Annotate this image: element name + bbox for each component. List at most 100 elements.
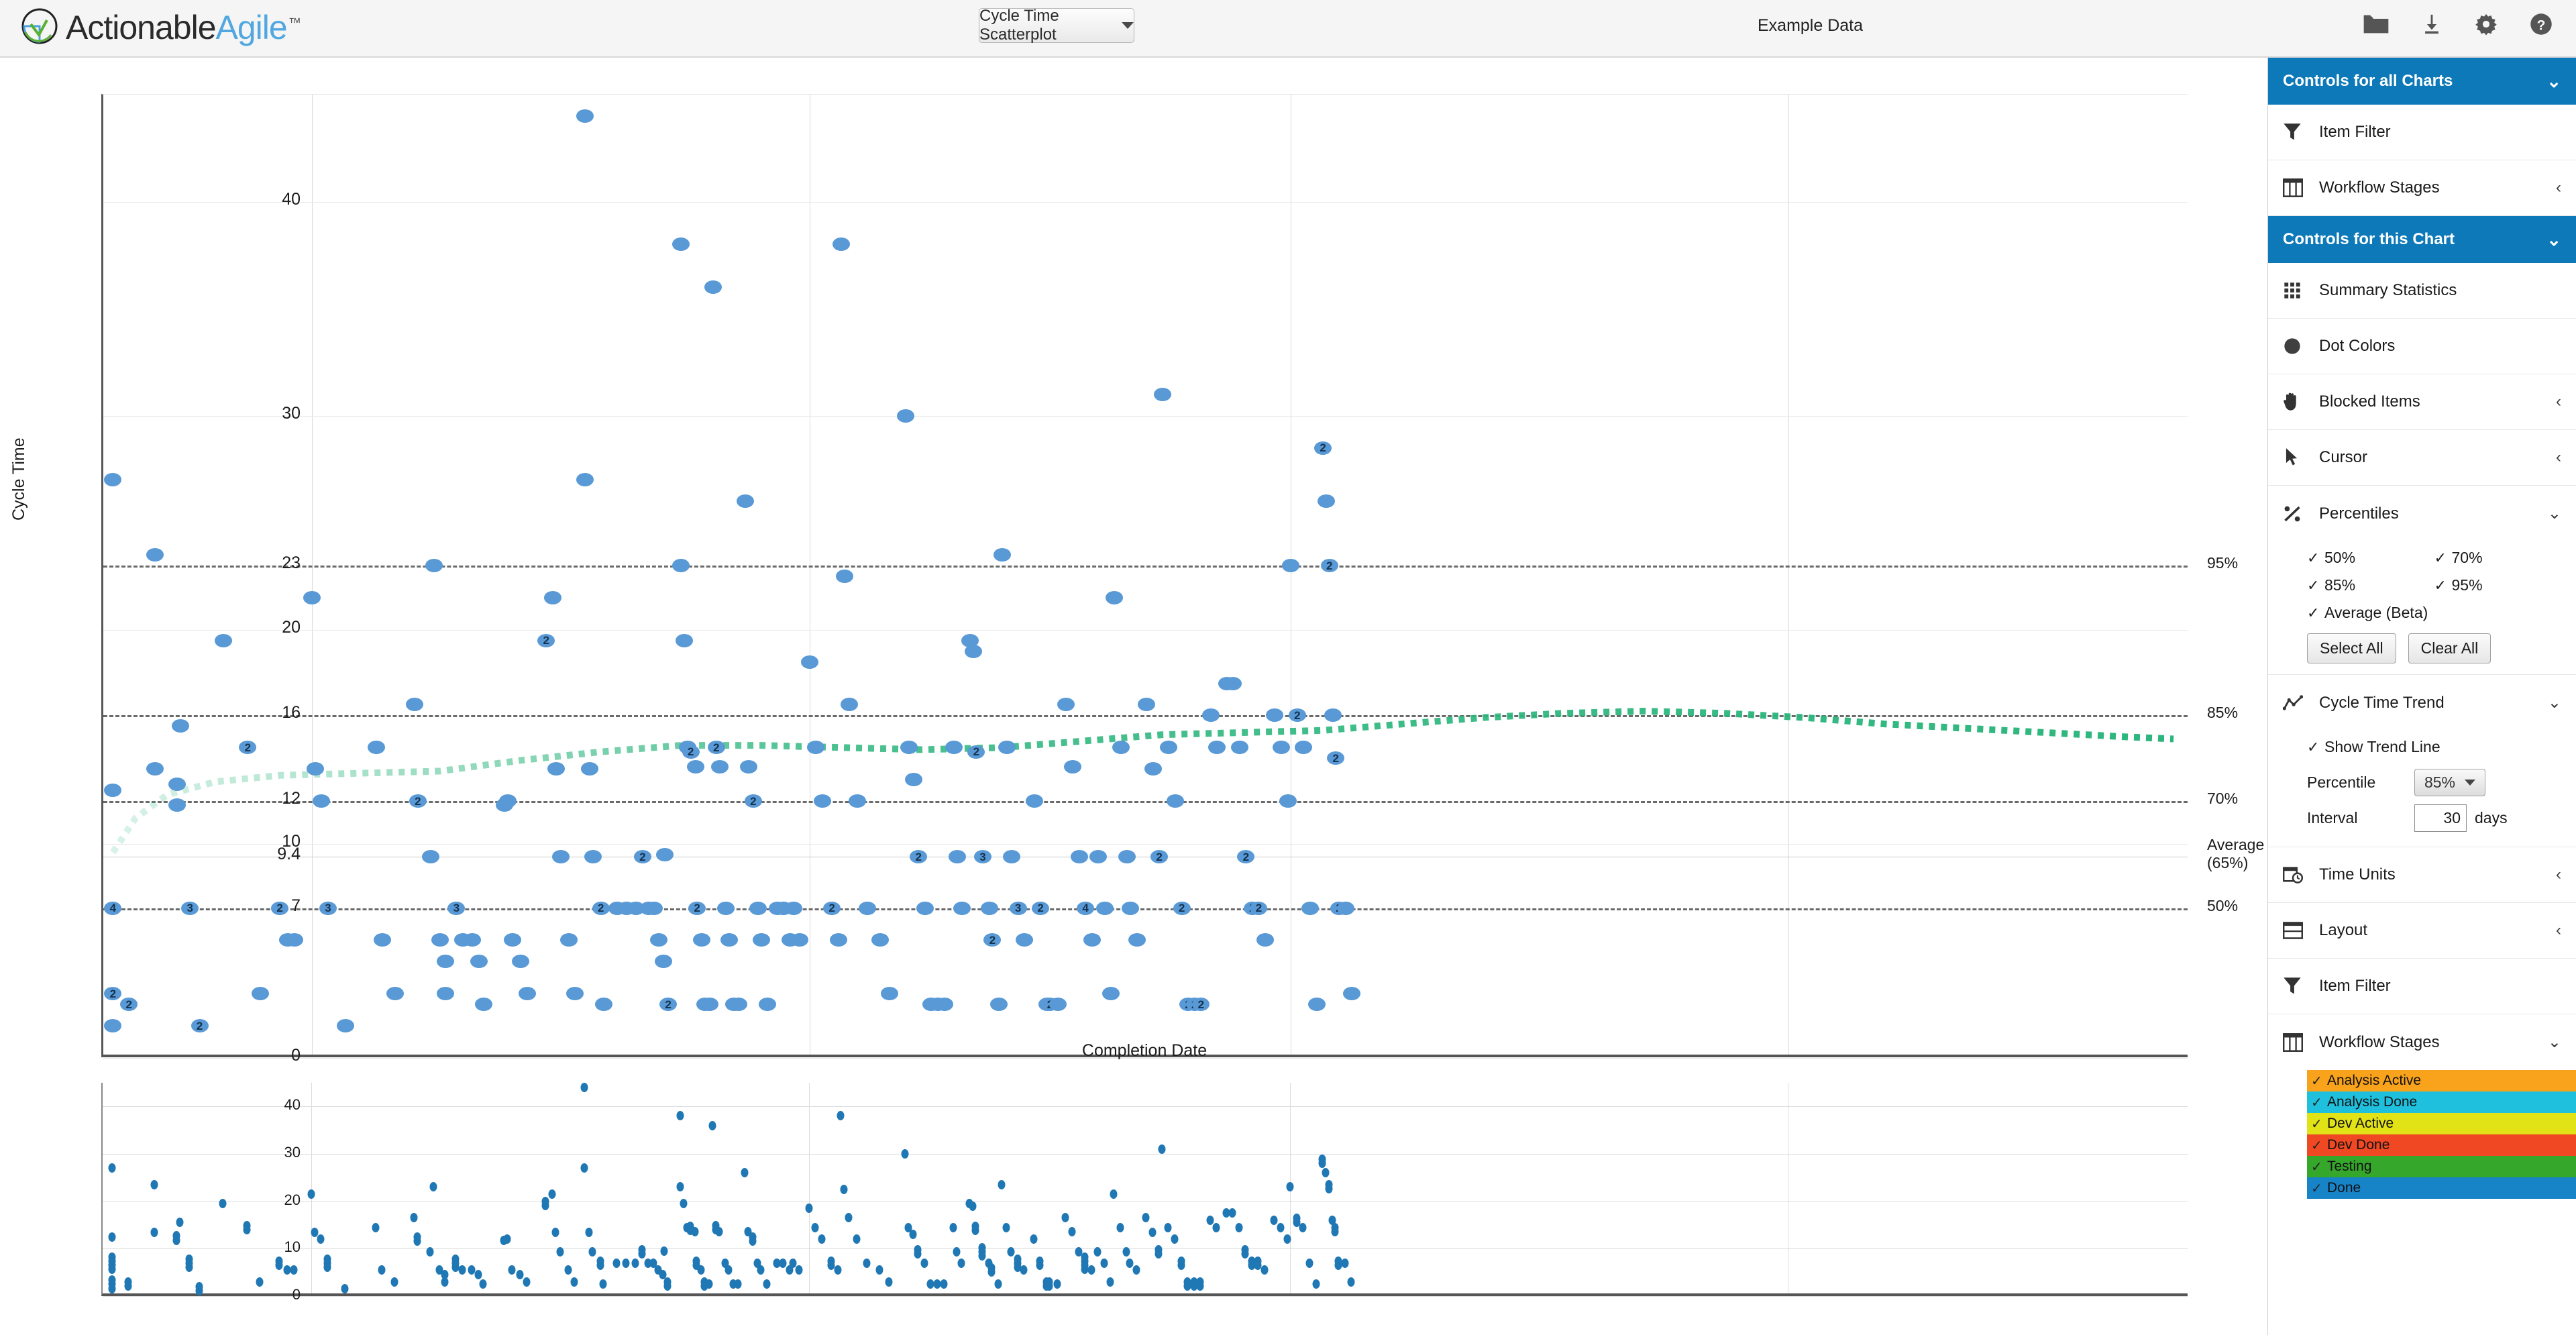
scatter-dot[interactable] [168,798,186,812]
scatter-dot[interactable] [104,784,122,798]
scatter-dot[interactable] [1016,933,1034,947]
workflow-stage-item[interactable]: ✓ Dev Active [2307,1113,2576,1134]
scatter-dot[interactable] [1224,676,1242,690]
scatter-dot[interactable] [1324,708,1342,723]
scatter-dot[interactable]: 2 [1320,559,1338,573]
section-controls-for-this-chart[interactable]: Controls for this Chart ⌄ [2268,216,2576,263]
scatter-dot[interactable] [897,409,915,423]
scatter-dot[interactable] [656,847,674,861]
scatter-dot[interactable] [858,901,876,915]
scatter-dot[interactable]: 3 [181,901,199,915]
scatter-dot[interactable] [739,760,757,773]
scatter-dot[interactable] [900,741,918,755]
scatter-dot[interactable]: 2 [659,998,678,1012]
scatter-dot[interactable]: 3 [973,850,991,864]
scatter-dot[interactable] [989,998,1008,1012]
scatter-dot[interactable] [807,741,825,755]
scatter-dot[interactable] [1049,998,1067,1012]
scatter-dot[interactable] [1122,901,1140,915]
sidebar-item-cursor[interactable]: Cursor ‹ [2268,430,2576,486]
scatter-dot[interactable] [1160,741,1178,755]
scatter-dot[interactable] [672,237,690,252]
scatter-dot[interactable] [993,548,1011,562]
scatter-dot[interactable] [710,760,729,773]
scatter-dot[interactable] [759,998,777,1012]
scatter-dot[interactable]: 2 [592,901,610,915]
scatter-dot[interactable] [1083,933,1101,947]
show-trend-line-checkbox[interactable]: ✓ Show Trend Line [2307,733,2561,761]
percentile-checkbox-average[interactable]: ✓ Average (Beta) [2307,599,2561,627]
scatter-dot[interactable]: 2 [104,987,122,1001]
workflow-stage-item[interactable]: ✓ Done [2307,1177,2576,1199]
scatter-dot[interactable] [980,901,998,915]
scatter-dot[interactable] [1307,998,1326,1012]
scatter-dot[interactable] [730,998,748,1012]
folder-icon[interactable] [2363,13,2390,36]
scatter-dot[interactable] [285,933,303,947]
scatter-dot[interactable]: 2 [120,998,138,1012]
sidebar-item-summary-statistics[interactable]: Summary Statistics [2268,263,2576,319]
scatter-dot[interactable]: 3 [1009,901,1027,915]
scatter-dot[interactable] [813,794,831,808]
scatter-dot[interactable] [686,760,704,773]
scatter-dot[interactable] [1003,850,1021,864]
sidebar-item-item-filter-chart[interactable]: Item Filter [2268,959,2576,1014]
scatter-dot[interactable]: 2 [1173,901,1191,915]
sidebar-item-blocked-items[interactable]: Blocked Items ‹ [2268,374,2576,430]
scatter-dot[interactable] [676,633,693,647]
scatter-dot[interactable] [1343,987,1361,1001]
scatter-dot[interactable] [551,850,570,864]
workflow-stage-item[interactable]: ✓ Analysis Active [2307,1070,2576,1091]
scatter-dot[interactable] [1025,794,1043,808]
scatter-dot[interactable] [649,933,667,947]
scatter-dot[interactable] [849,794,867,808]
scatter-dot[interactable] [881,987,899,1001]
scatter-dot[interactable] [559,933,578,947]
help-icon[interactable]: ? [2529,12,2553,36]
scatter-dot[interactable] [1112,741,1130,755]
scatter-dot[interactable] [1201,708,1220,723]
scatter-dot[interactable] [1295,741,1313,755]
scatter-dot[interactable] [146,762,164,776]
scatter-dot[interactable] [306,762,324,776]
workflow-stage-item[interactable]: ✓ Analysis Done [2307,1091,2576,1113]
scatter-dot[interactable] [303,590,321,604]
scatter-dot[interactable]: 2 [744,794,762,808]
scatter-dot[interactable] [871,933,889,947]
scatter-dot[interactable]: 2 [409,794,427,808]
scatter-dot[interactable] [1167,794,1185,808]
scatter-dot[interactable]: 2 [1192,998,1210,1012]
scatter-dot[interactable] [566,987,584,1001]
scatter-dot[interactable] [693,933,711,947]
scatter-dot[interactable] [1272,741,1290,755]
gear-icon[interactable] [2474,12,2498,36]
scatter-dot[interactable] [512,955,529,969]
scatter-dot[interactable]: 4 [104,901,122,915]
scatter-dot[interactable] [905,773,923,787]
scatterplot-plot-area[interactable]: 4223222323222222222222323222422222222222… [101,94,2188,1059]
percentile-checkbox-85[interactable]: ✓ 85% [2307,572,2434,599]
scatter-dot[interactable]: 2 [1327,751,1345,765]
scatter-dot[interactable] [252,987,270,1001]
scatter-dot[interactable] [953,901,971,915]
scatter-dot[interactable]: 2 [823,901,841,915]
scatter-dot[interactable] [422,850,440,864]
scatter-dot[interactable]: 2 [1288,708,1306,723]
sidebar-item-item-filter[interactable]: Item Filter [2268,105,2576,160]
scatter-dot[interactable] [1256,933,1275,947]
sidebar-item-dot-colors[interactable]: Dot Colors [2268,319,2576,374]
scatter-dot[interactable] [146,548,164,562]
scatter-dot[interactable] [1301,901,1319,915]
scatter-dot[interactable] [584,850,602,864]
scatter-dot[interactable] [749,901,767,915]
scatter-dot[interactable]: 2 [983,933,1002,947]
scatter-dot[interactable] [945,741,963,755]
scatter-dot[interactable]: 4 [1077,901,1095,915]
scatter-dot[interactable]: 2 [633,850,651,864]
scatter-dot[interactable] [168,777,186,791]
scatter-dot[interactable] [1118,850,1136,864]
scatter-dot[interactable] [833,237,851,252]
scatter-dot[interactable] [1070,850,1088,864]
scatter-dot[interactable] [498,794,517,808]
scatter-dot[interactable] [836,570,854,583]
